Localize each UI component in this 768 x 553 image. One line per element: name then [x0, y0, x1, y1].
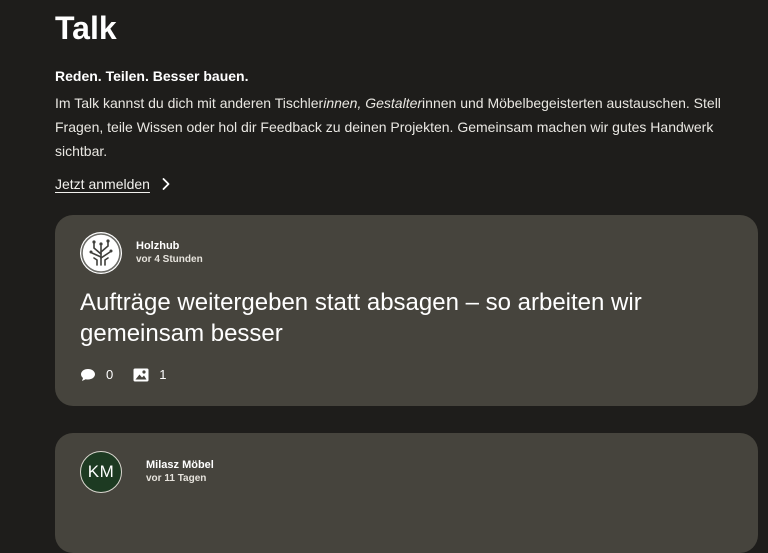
- post-time: vor 11 Tagen: [146, 473, 207, 484]
- chevron-right-icon: [162, 178, 170, 190]
- image-count-value: 1: [159, 367, 167, 382]
- post-stats: 0 1: [80, 367, 186, 382]
- login-link-label: Jetzt anmelden: [55, 176, 150, 192]
- author-avatar[interactable]: KM: [80, 451, 122, 493]
- page-tagline: Reden. Teilen. Besser bauen.: [55, 68, 249, 84]
- page-intro: Im Talk kannst du dich mit anderen Tisch…: [55, 91, 768, 163]
- comment-count-value: 0: [106, 367, 114, 382]
- author-avatar[interactable]: [80, 232, 122, 274]
- intro-text-start: Im Talk kannst du dich mit anderen Tisch…: [55, 95, 324, 111]
- login-link[interactable]: Jetzt anmelden: [55, 175, 170, 193]
- post-card[interactable]: KM Milasz Möbel vor 11 Tagen: [55, 433, 758, 553]
- image-count: 1: [133, 367, 166, 382]
- image-icon: [133, 368, 149, 381]
- post-author[interactable]: Holzhub vor 4 Stunden: [80, 232, 203, 274]
- post-time: vor 4 Stunden: [136, 254, 203, 265]
- post-author[interactable]: KM Milasz Möbel vor 11 Tagen: [80, 451, 214, 493]
- comment-icon: [81, 368, 95, 381]
- comment-count: 0: [80, 367, 113, 382]
- intro-text-emphasis: innen, Gestalter: [323, 95, 423, 111]
- author-name[interactable]: Milasz Möbel: [146, 458, 214, 472]
- page-title: Talk: [55, 10, 117, 46]
- post-card[interactable]: Holzhub vor 4 Stunden Aufträge weitergeb…: [55, 215, 758, 406]
- tree-logo-icon: [81, 233, 121, 273]
- author-name[interactable]: Holzhub: [136, 239, 203, 253]
- post-title[interactable]: Aufträge weitergeben statt absagen – so …: [80, 287, 730, 349]
